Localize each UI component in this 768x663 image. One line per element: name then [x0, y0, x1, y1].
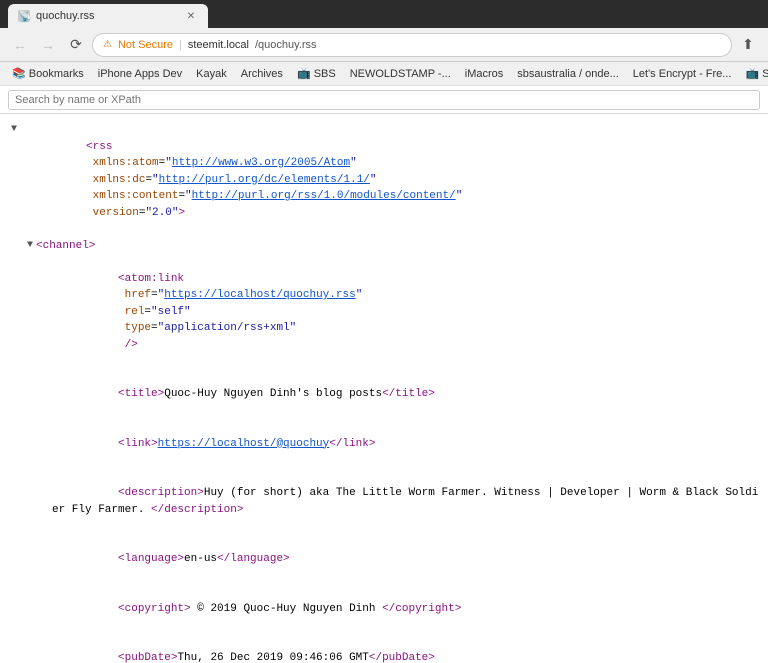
kayak-label: Kayak [196, 68, 227, 80]
xmlns-atom-link[interactable]: http://www.w3.org/2005/Atom [172, 157, 350, 169]
content-area[interactable]: ▼ <rss xmlns:atom="http://www.w3.org/200… [0, 114, 768, 663]
atom-link-expander [40, 254, 52, 269]
bookmark-newoldstamp[interactable]: NEWOLDSTAMP -... [344, 64, 457, 84]
atom-link-line: <atom:link href="https://localhost/quoch… [8, 254, 760, 370]
channel-line: ▼ <channel> [8, 238, 760, 255]
description-expander [40, 469, 52, 484]
letsencrypt-label: Let's Encrypt - Fre... [633, 68, 732, 80]
security-label: Not Secure [118, 39, 173, 51]
xml-content: ▼ <rss xmlns:atom="http://www.w3.org/200… [0, 118, 768, 663]
bookmarks-label: 📚 Bookmarks [12, 67, 84, 80]
bookmark-imacros[interactable]: iMacros [459, 64, 510, 84]
bookmark-letsencrypt[interactable]: Let's Encrypt - Fre... [627, 64, 738, 84]
nav-bar: ← → ⟳ ⚠ Not Secure | steemit.local /quoc… [0, 28, 768, 62]
newoldstamp-label: NEWOLDSTAMP -... [350, 68, 451, 80]
link-line: <link>https://localhost/@quochuy</link> [8, 419, 760, 469]
back-button[interactable]: ← [8, 33, 32, 57]
forward-button[interactable]: → [36, 33, 60, 57]
pubdate-line: <pubDate>Thu, 26 Dec 2019 09:46:06 GMT</… [8, 634, 760, 663]
browser-frame: 📡 quochuy.rss ✕ ← → ⟳ ⚠ Not Secure | ste… [0, 0, 768, 663]
bookmark-bookmarks[interactable]: 📚 Bookmarks [6, 64, 90, 84]
pubdate-expander [40, 634, 52, 649]
bookmark-archives[interactable]: Archives [235, 64, 289, 84]
description-line: <description>Huy (for short) aka The Lit… [8, 469, 760, 535]
search-bar [0, 86, 768, 114]
channel-expander[interactable]: ▼ [24, 238, 36, 253]
tab-bar: 📡 quochuy.rss ✕ [0, 0, 768, 28]
root-expander[interactable]: ▼ [8, 122, 20, 137]
copyright-line: <copyright> © 2019 Quoc-Huy Nguyen Dinh … [8, 584, 760, 634]
xml-root-line: ▼ <rss xmlns:atom="http://www.w3.org/200… [8, 122, 760, 238]
sbs2-label: 📺 SBS In... [745, 67, 768, 80]
title-expander [40, 370, 52, 385]
reload-button[interactable]: ⟳ [64, 33, 88, 57]
tab-close-button[interactable]: ✕ [184, 9, 198, 23]
bookmark-kayak[interactable]: Kayak [190, 64, 233, 84]
address-bar[interactable]: ⚠ Not Secure | steemit.local /quochuy.rs… [92, 33, 732, 57]
url-path: /quochuy.rss [255, 39, 317, 51]
url-separator: | [179, 39, 182, 51]
security-icon: ⚠ [103, 39, 112, 50]
browser-tab[interactable]: 📡 quochuy.rss ✕ [8, 4, 208, 28]
xmlns-dc-link[interactable]: http://purl.org/dc/elements/1.1/ [159, 174, 370, 186]
share-button[interactable]: ⬆ [736, 33, 760, 57]
language-expander [40, 535, 52, 550]
language-line: <language>en-us</language> [8, 535, 760, 585]
url-site: steemit.local [188, 39, 249, 51]
archives-label: Archives [241, 68, 283, 80]
imacros-label: iMacros [465, 68, 504, 80]
bookmark-sbs2[interactable]: 📺 SBS In... [739, 64, 768, 84]
bookmarks-bar: 📚 Bookmarks iPhone Apps Dev Kayak Archiv… [0, 62, 768, 86]
bookmark-iphone-apps[interactable]: iPhone Apps Dev [92, 64, 188, 84]
bookmark-sbs[interactable]: 📺 SBS [291, 64, 342, 84]
bookmark-sbsaustralia[interactable]: sbsaustralia / onde... [511, 64, 625, 84]
atom-href-link[interactable]: https://localhost/quochuy.rss [164, 289, 355, 301]
sbs-label: 📺 SBS [297, 67, 336, 80]
copyright-expander [40, 584, 52, 599]
search-input[interactable] [8, 90, 760, 110]
tab-title: quochuy.rss [36, 10, 95, 22]
iphone-apps-label: iPhone Apps Dev [98, 68, 182, 80]
sbsaustralia-label: sbsaustralia / onde... [517, 68, 619, 80]
xmlns-content-link[interactable]: http://purl.org/rss/1.0/modules/content/ [192, 190, 456, 202]
blog-link[interactable]: https://localhost/@quochuy [158, 438, 330, 450]
link-expander [40, 419, 52, 434]
title-line: <title>Quoc-Huy Nguyen Dinh's blog posts… [8, 370, 760, 420]
tab-favicon: 📡 [18, 10, 30, 22]
